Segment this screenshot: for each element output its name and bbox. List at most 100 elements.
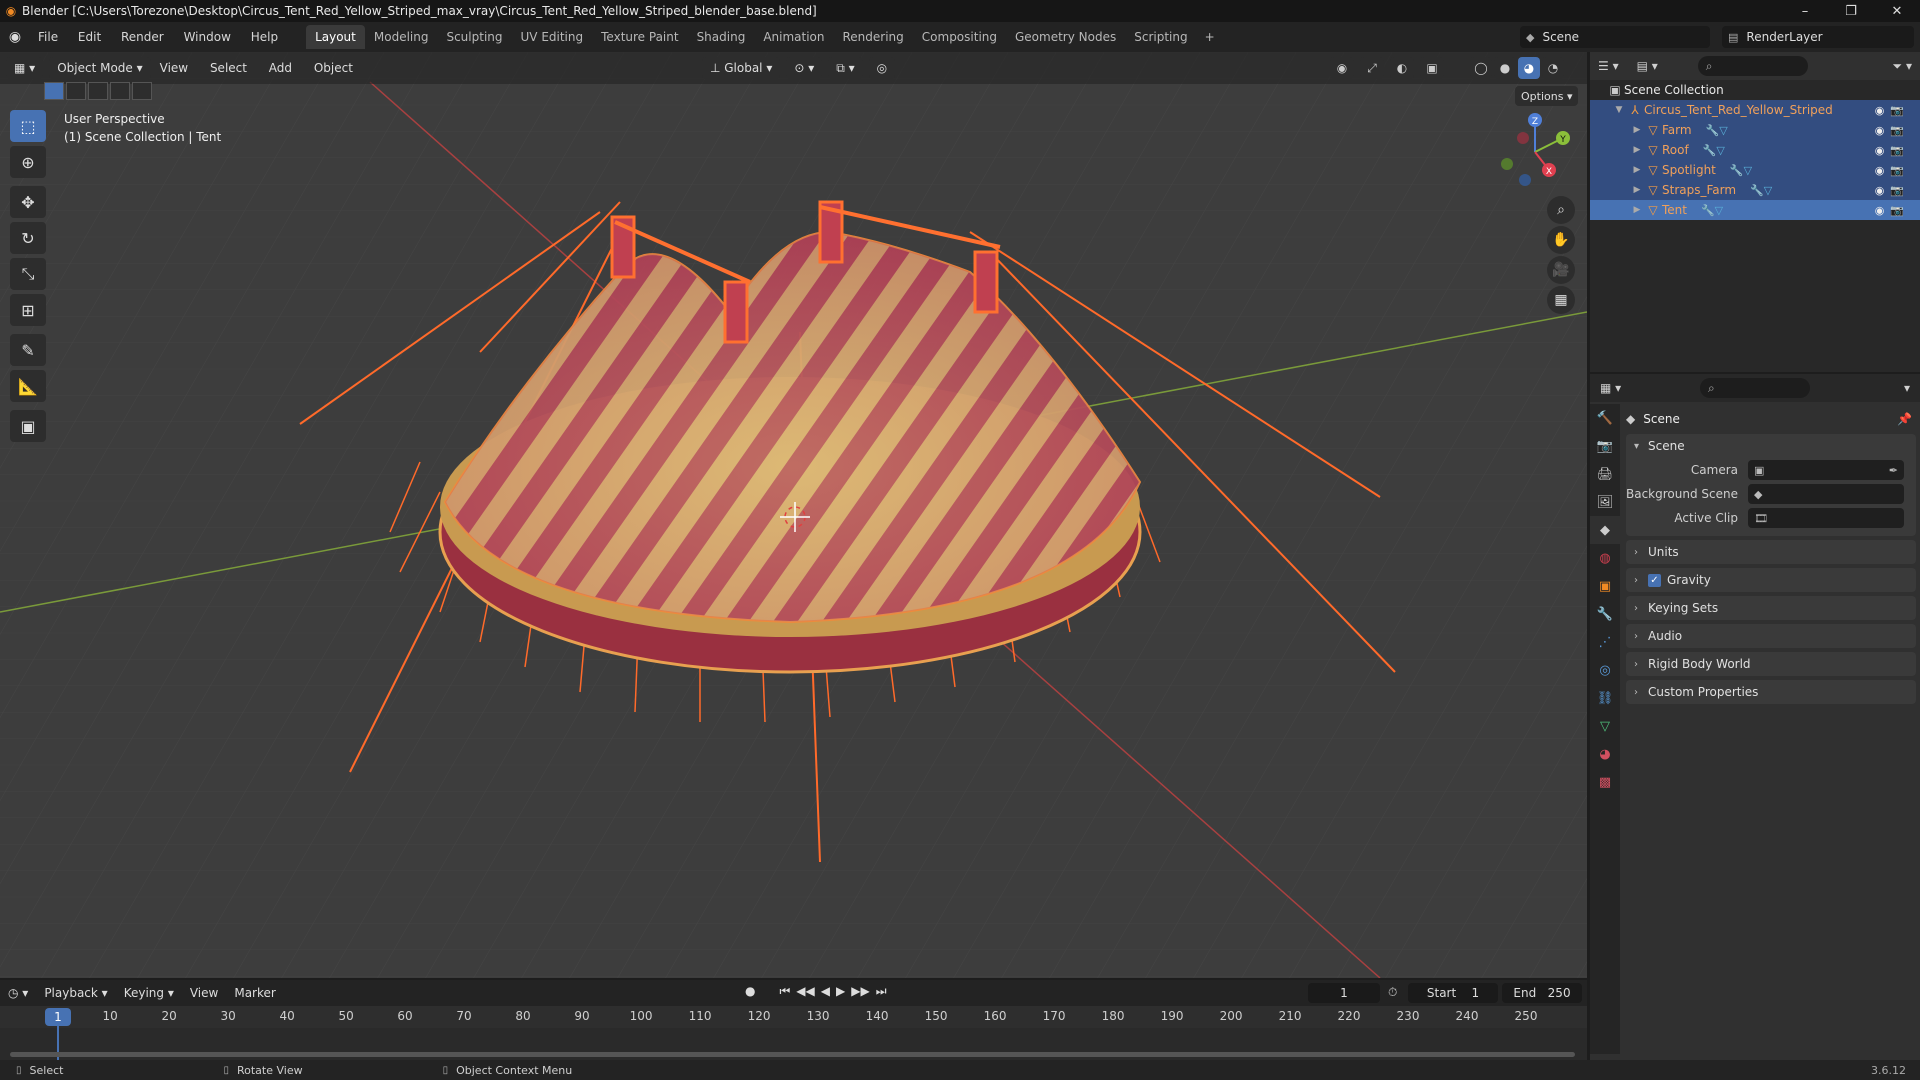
eyedropper-icon[interactable]: ✒	[1889, 464, 1898, 477]
keying-sets-panel[interactable]: › Keying Sets	[1626, 596, 1916, 620]
add-workspace-icon[interactable]: +	[1197, 25, 1223, 49]
outliner-scene-collection[interactable]: ▣ Scene Collection	[1590, 80, 1920, 100]
expand-arrow-icon[interactable]: ▶	[1630, 185, 1644, 195]
timeline-menu-keying[interactable]: Keying ▾	[116, 986, 182, 1000]
outliner-item-roof[interactable]: ▶ ▽ Roof 🔧▽ ◉📷	[1590, 140, 1920, 160]
active-clip-input[interactable]: 🎞	[1748, 508, 1904, 528]
tab-modeling[interactable]: Modeling	[365, 25, 438, 49]
camera-view-icon[interactable]: 🎥	[1547, 256, 1575, 284]
object-tab-icon[interactable]: ▣	[1590, 572, 1620, 600]
outliner-editor-icon[interactable]: ☰ ▾	[1598, 59, 1619, 73]
display-mode-icon[interactable]: ▤ ▾	[1637, 59, 1658, 73]
particles-tab-icon[interactable]: ⋰	[1590, 628, 1620, 656]
gravity-panel[interactable]: › ✓ Gravity	[1626, 568, 1916, 592]
select-extend-icon[interactable]	[66, 82, 86, 100]
pan-hand-icon[interactable]: ✋	[1547, 226, 1575, 254]
navigation-gizmo[interactable]: Z Y X	[1495, 112, 1575, 192]
visibility-render-icons[interactable]: ◉📷	[1875, 164, 1910, 177]
properties-search-input[interactable]: ⌕	[1700, 378, 1810, 398]
gravity-checkbox[interactable]: ✓	[1648, 573, 1661, 587]
annotate-tool-icon[interactable]: ✎	[10, 334, 46, 366]
outliner-item-spotlight[interactable]: ▶ ▽ Spotlight 🔧▽ ◉📷	[1590, 160, 1920, 180]
select-intersect-icon[interactable]	[132, 82, 152, 100]
tab-texture-paint[interactable]: Texture Paint	[592, 25, 687, 49]
timeline-menu-marker[interactable]: Marker	[226, 986, 283, 1000]
material-tab-icon[interactable]: ◕	[1590, 740, 1620, 768]
minimize-button[interactable]: –	[1782, 4, 1828, 19]
audio-panel[interactable]: › Audio	[1626, 624, 1916, 648]
camera-input[interactable]: ▣ ✒	[1748, 460, 1904, 480]
blender-menu-icon[interactable]: ◉	[0, 29, 30, 45]
scene-selector[interactable]: ◆ Scene	[1520, 26, 1710, 48]
next-keyframe-icon[interactable]: ▶▶	[851, 984, 869, 999]
scene-tab-icon[interactable]: ◆	[1590, 516, 1620, 544]
record-icon[interactable]: ●	[745, 984, 755, 999]
close-button[interactable]: ✕	[1874, 4, 1920, 19]
viewport-menu-object[interactable]: Object	[305, 61, 362, 75]
tab-scripting[interactable]: Scripting	[1125, 25, 1196, 49]
ortho-toggle-icon[interactable]: ▦	[1547, 286, 1575, 314]
overlay-toggle-icon[interactable]: ◐	[1390, 57, 1414, 79]
start-frame-input[interactable]: Start 1	[1408, 983, 1498, 1003]
timeline-menu-playback[interactable]: Playback ▾	[36, 986, 115, 1000]
visibility-render-icons[interactable]: ◉📷	[1875, 144, 1910, 157]
select-subtract-icon[interactable]	[88, 82, 108, 100]
menu-window[interactable]: Window	[176, 30, 239, 44]
tab-compositing[interactable]: Compositing	[913, 25, 1006, 49]
modifier-tab-icon[interactable]: 🔧	[1590, 600, 1620, 628]
expand-arrow-icon[interactable]: ▼	[1612, 105, 1626, 115]
snap-icon[interactable]: ⧉ ▾	[828, 57, 863, 79]
visibility-render-icons[interactable]: ◉📷	[1875, 204, 1910, 217]
gizmo-toggle-icon[interactable]: ⤢	[1360, 57, 1384, 79]
transform-orientation-dropdown[interactable]: ⊥ Global ▾	[701, 57, 781, 79]
transform-tool-icon[interactable]: ⊞	[10, 294, 46, 326]
tab-layout[interactable]: Layout	[306, 25, 365, 49]
end-frame-input[interactable]: End 250	[1502, 983, 1582, 1003]
custom-properties-panel[interactable]: › Custom Properties	[1626, 680, 1916, 704]
expand-arrow-icon[interactable]: ▶	[1630, 125, 1644, 135]
scale-tool-icon[interactable]: ⤡	[10, 258, 46, 290]
current-frame-input[interactable]: 1	[1308, 983, 1380, 1003]
select-box-tool-icon[interactable]: ⬚	[10, 110, 46, 142]
timeline-ruler[interactable]: 1102030405060708090100110120130140150160…	[0, 1006, 1587, 1028]
render-tab-icon[interactable]: 📷	[1590, 432, 1620, 460]
tool-tab-icon[interactable]: 🔨	[1590, 404, 1620, 432]
menu-file[interactable]: File	[30, 30, 66, 44]
viewport-menu-add[interactable]: Add	[260, 61, 301, 75]
visibility-render-icons[interactable]: ◉📷	[1875, 124, 1910, 137]
tab-sculpting[interactable]: Sculpting	[437, 25, 511, 49]
xray-icon[interactable]: ▣	[1420, 57, 1444, 79]
maximize-button[interactable]: ❐	[1828, 4, 1874, 19]
editor-type-icon[interactable]: ▦ ▾	[6, 57, 44, 79]
menu-render[interactable]: Render	[113, 30, 172, 44]
visibility-icon[interactable]: ◉	[1330, 57, 1354, 79]
rigid-body-world-panel[interactable]: › Rigid Body World	[1626, 652, 1916, 676]
data-tab-icon[interactable]: ▽	[1590, 712, 1620, 740]
constraints-tab-icon[interactable]: ⛓	[1590, 684, 1620, 712]
timeline-menu-view[interactable]: View	[182, 986, 226, 1000]
play-reverse-icon[interactable]: ◀	[821, 984, 830, 999]
3d-viewport[interactable]: ▦ ▾ Object Mode ▾ View Select Add Object…	[0, 52, 1587, 978]
outliner-item-straps-farm[interactable]: ▶ ▽ Straps_Farm 🔧▽ ◉📷	[1590, 180, 1920, 200]
tab-geometry-nodes[interactable]: Geometry Nodes	[1006, 25, 1125, 49]
background-scene-input[interactable]: ◆	[1748, 484, 1904, 504]
cursor-tool-icon[interactable]: ⊕	[10, 146, 46, 178]
tab-animation[interactable]: Animation	[754, 25, 833, 49]
move-tool-icon[interactable]: ✥	[10, 186, 46, 218]
units-panel[interactable]: › Units	[1626, 540, 1916, 564]
mode-dropdown[interactable]: Object Mode ▾	[49, 57, 151, 79]
viewport-scene[interactable]	[0, 52, 1587, 978]
select-new-icon[interactable]	[44, 82, 64, 100]
options-dropdown[interactable]: Options ▾	[1515, 86, 1579, 106]
output-tab-icon[interactable]: 🖨	[1590, 460, 1620, 488]
menu-help[interactable]: Help	[243, 30, 286, 44]
filter-icon[interactable]: ⏷ ▾	[1893, 59, 1912, 74]
tab-shading[interactable]: Shading	[688, 25, 755, 49]
jump-start-icon[interactable]: ⏮	[779, 984, 790, 999]
jump-end-icon[interactable]: ⏭	[876, 984, 887, 999]
timeline-editor-icon[interactable]: ◷ ▾	[0, 986, 36, 1000]
physics-tab-icon[interactable]: ◎	[1590, 656, 1620, 684]
world-tab-icon[interactable]: ◍	[1590, 544, 1620, 572]
expand-arrow-icon[interactable]: ▶	[1630, 205, 1644, 215]
pin-icon[interactable]: 📌	[1897, 412, 1912, 426]
